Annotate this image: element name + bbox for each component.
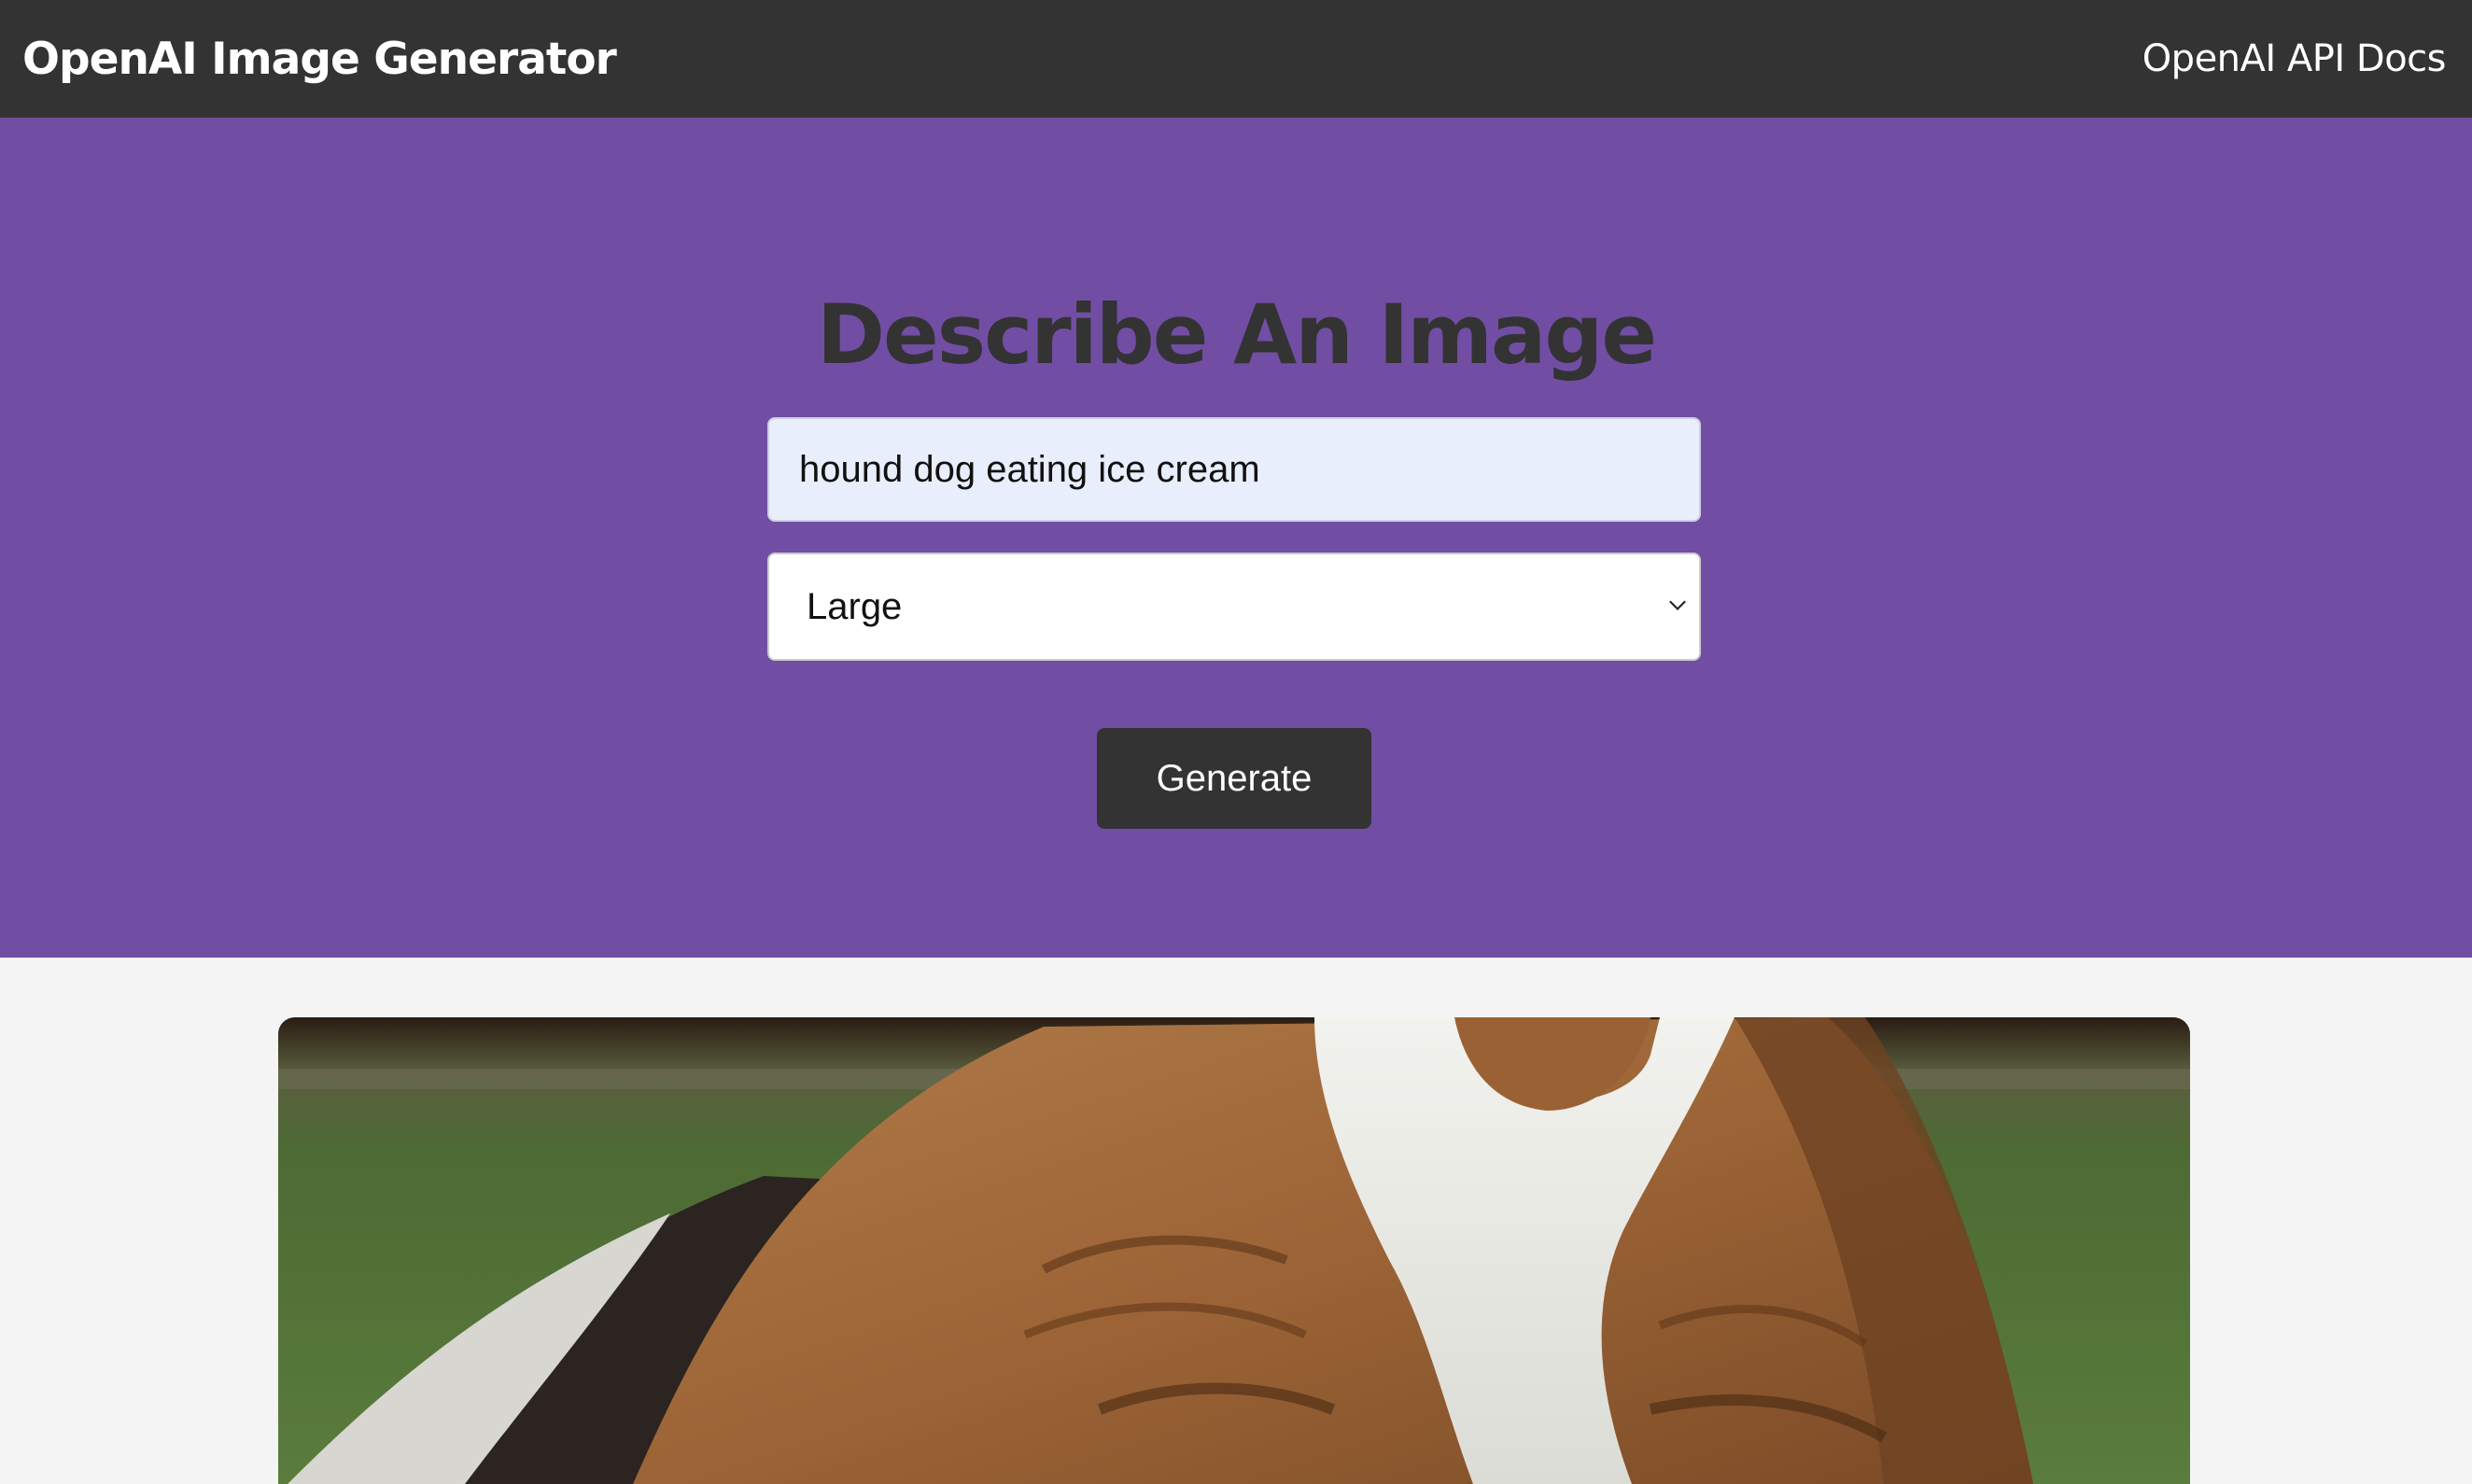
hero-section: Describe An Image Large Generate xyxy=(0,118,2472,958)
prompt-input[interactable] xyxy=(767,417,1701,522)
brand-title[interactable]: OpenAI Image Generator xyxy=(22,34,617,85)
dog-photo xyxy=(278,1017,2190,1484)
navbar: OpenAI Image Generator OpenAI API Docs xyxy=(0,0,2472,118)
generate-button[interactable]: Generate xyxy=(1097,728,1371,829)
size-select[interactable]: Large xyxy=(767,553,1701,661)
page-title: Describe An Image xyxy=(816,287,1657,383)
api-docs-link[interactable]: OpenAI API Docs xyxy=(2142,37,2447,80)
generated-image xyxy=(278,1017,2190,1484)
size-select-value: Large xyxy=(807,585,903,627)
chevron-down-icon xyxy=(1669,594,1686,610)
